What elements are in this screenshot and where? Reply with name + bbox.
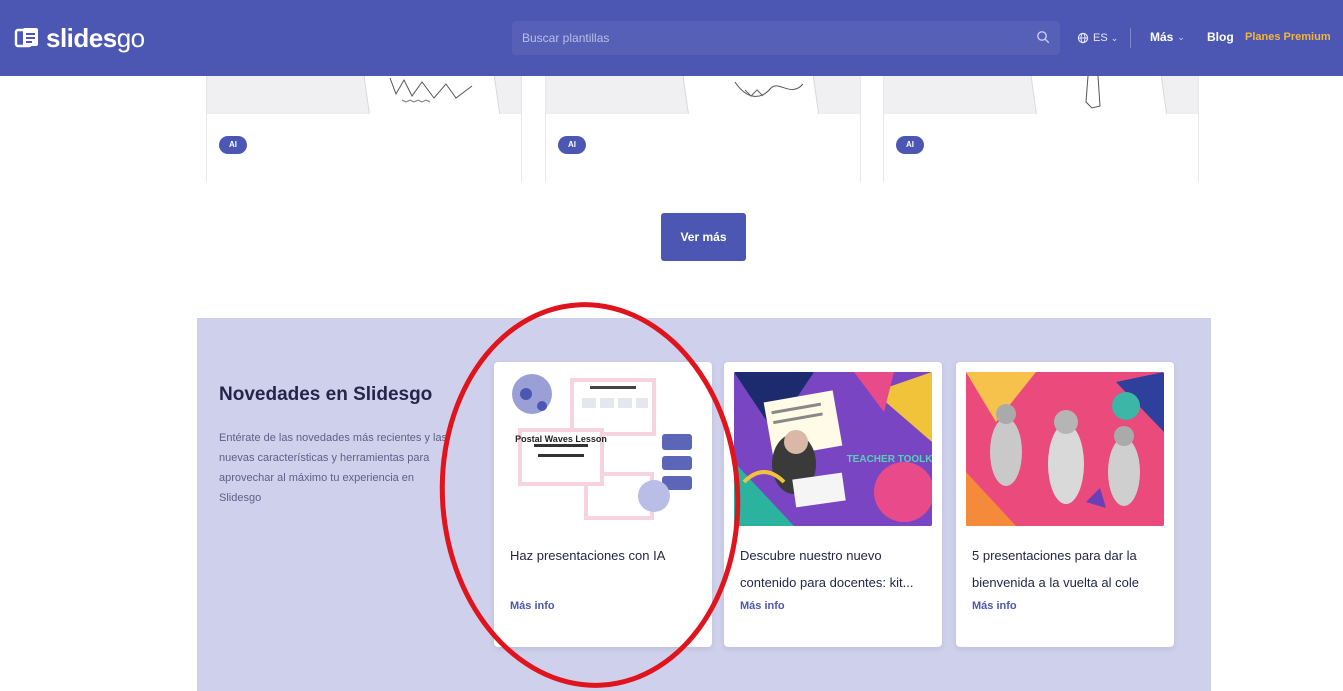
template-thumbnail [207, 76, 521, 114]
teacher-toolkit-illustration: TEACHER TOOLKIT [734, 372, 932, 526]
more-info-link[interactable]: Más info [972, 600, 1017, 612]
nav-blog-link[interactable]: Blog [1207, 30, 1234, 44]
news-card-title: 5 presentaciones para dar la bienvenida … [972, 548, 1139, 590]
news-section-title: Novedades en Slidesgo [219, 384, 433, 405]
ai-badge: AI [558, 136, 586, 154]
image-text: TEACHER TOOLKIT [847, 454, 932, 465]
nav-divider [1130, 28, 1131, 48]
sketch-illustration [389, 77, 473, 103]
sketch-illustration [1085, 76, 1101, 109]
news-card-image: TEACHER TOOLKIT [734, 372, 932, 526]
search-box [512, 21, 1060, 55]
slidesgo-logo-icon [14, 28, 38, 48]
slidesgo-logo[interactable]: slidesgo [14, 20, 145, 56]
search-icon[interactable] [1036, 30, 1050, 44]
news-card-teacher-toolkit[interactable]: TEACHER TOOLKIT Descubre nuestro nuevo c… [724, 362, 942, 647]
template-thumbnail [546, 76, 860, 114]
brand-name: slidesgo [46, 22, 145, 53]
news-card-title: Haz presentaciones con IA [510, 548, 666, 563]
search-input[interactable] [512, 21, 1022, 55]
nav-more-menu[interactable]: Más ⌄ [1150, 30, 1185, 44]
template-card[interactable]: AI [883, 76, 1199, 182]
ai-badge: AI [219, 136, 247, 154]
top-navigation-bar: slidesgo ES ⌄ Más ⌄ Blog Planes Premium [0, 0, 1343, 76]
ai-presentation-illustration: Postal Waves Lesson [512, 374, 692, 520]
news-card-image: Postal Waves Lesson [504, 372, 702, 526]
chevron-down-icon: ⌄ [1177, 31, 1185, 42]
news-card-ai-presentations[interactable]: Postal Waves Lesson Haz presentaciones c… [494, 362, 712, 647]
sketch-illustration [734, 81, 804, 97]
template-thumbnail [884, 76, 1198, 114]
template-card[interactable]: AI [545, 76, 861, 182]
image-text: Postal Waves Lesson [515, 434, 607, 444]
language-label: ES [1093, 32, 1108, 44]
see-more-button[interactable]: Ver más [661, 213, 746, 261]
nav-premium-plans-link[interactable]: Planes Premium [1245, 31, 1331, 43]
back-to-school-illustration [966, 372, 1164, 526]
news-section-description: Entérate de las novedades más recientes … [219, 432, 448, 504]
ai-badge: AI [896, 136, 924, 154]
more-info-link[interactable]: Más info [510, 600, 555, 612]
news-card-image [966, 372, 1164, 526]
news-card-title: Descubre nuestro nuevo contenido para do… [740, 548, 914, 590]
globe-icon [1077, 32, 1089, 44]
news-card-back-to-school[interactable]: 5 presentaciones para dar la bienvenida … [956, 362, 1174, 647]
language-selector[interactable]: ES ⌄ [1077, 30, 1118, 46]
template-card[interactable]: AI [206, 76, 522, 182]
chevron-down-icon: ⌄ [1110, 32, 1119, 43]
more-info-link[interactable]: Más info [740, 600, 785, 612]
nav-more-label: Más [1150, 30, 1174, 44]
